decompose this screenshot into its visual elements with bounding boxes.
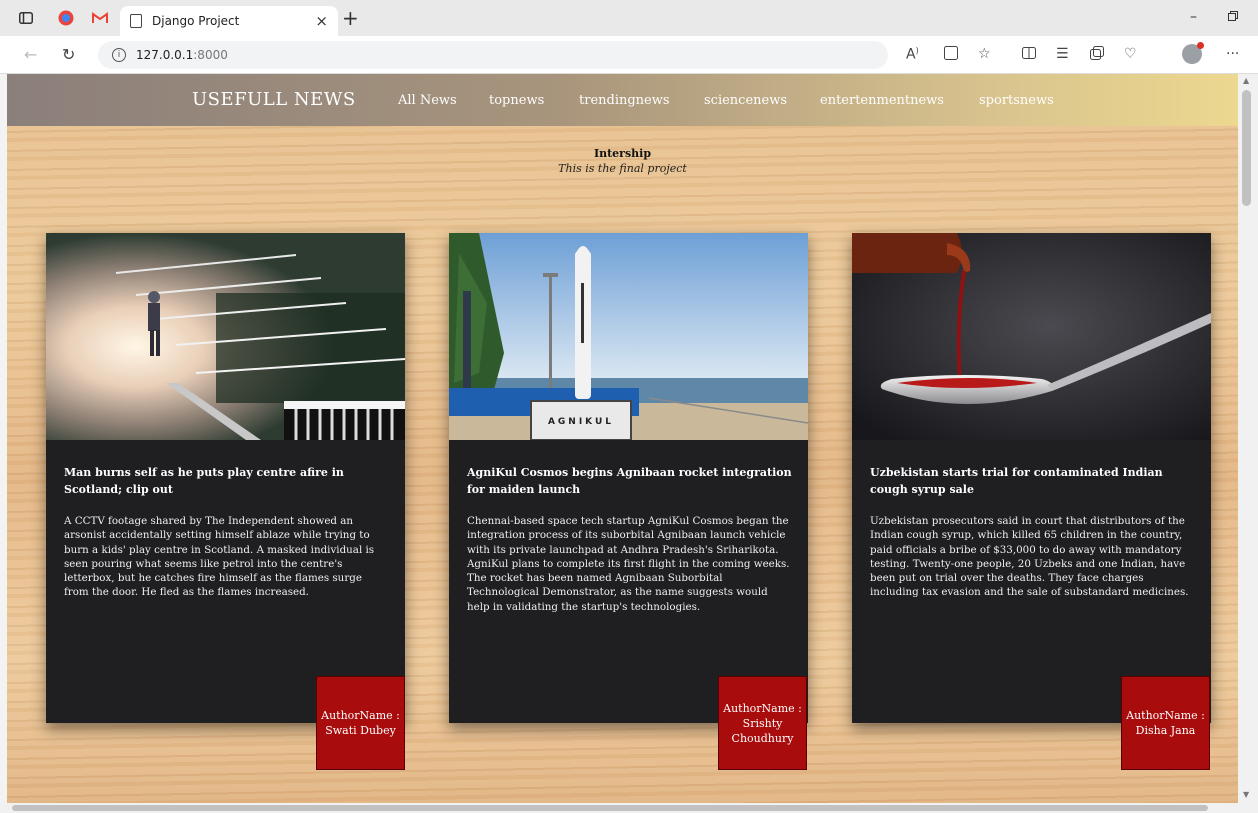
news-title[interactable]: Uzbekistan starts trial for contaminated…	[870, 464, 1195, 498]
back-arrow-icon[interactable]: ←	[24, 45, 37, 64]
tab-actions-icon[interactable]	[16, 8, 36, 28]
restore-window-icon[interactable]	[1228, 9, 1238, 25]
news-body: Chennai-based space tech startup AgniKul…	[467, 515, 790, 613]
author-name: Srishty Choudhury	[731, 716, 794, 745]
url-port: :8000	[193, 48, 228, 62]
author-box: AuthorName : Disha Jana	[1121, 676, 1210, 770]
news-image-fire	[46, 233, 405, 440]
gmail-icon[interactable]	[90, 8, 110, 28]
sign-text: AGNIKUL	[548, 417, 614, 427]
author-label: AuthorName :	[723, 701, 802, 715]
nav-sportsnews[interactable]: sportsnews	[979, 93, 1054, 108]
settings-menu-icon[interactable]: ···	[1226, 46, 1239, 62]
author-name: Disha Jana	[1135, 724, 1196, 737]
collections-icon[interactable]	[1090, 46, 1104, 64]
news-body: A CCTV footage shared by The Independent…	[64, 515, 375, 599]
vertical-scroll-thumb[interactable]	[1242, 90, 1251, 206]
browser-tab-bar: Django Project × + –	[0, 0, 1258, 36]
news-image-syrup	[852, 233, 1211, 440]
favorites-list-icon[interactable]: ☰	[1056, 46, 1069, 62]
workspace-icon[interactable]	[56, 8, 76, 28]
author-label: AuthorName :	[321, 709, 400, 722]
split-screen-icon[interactable]	[1022, 46, 1036, 64]
page-viewport: USEFULL NEWS All News topnews trendingne…	[7, 74, 1238, 803]
immersive-reader-icon[interactable]	[944, 46, 958, 64]
nav-topnews[interactable]: topnews	[489, 93, 544, 108]
intro-title: Intership	[593, 147, 652, 160]
intro-subtitle: This is the final project	[558, 162, 687, 175]
news-title[interactable]: Man burns self as he puts play centre af…	[64, 464, 389, 498]
favorite-star-icon[interactable]: ☆	[978, 46, 991, 62]
site-navbar: USEFULL NEWS All News topnews trendingne…	[7, 74, 1238, 126]
info-icon[interactable]: i	[112, 48, 126, 62]
author-box: AuthorName : Srishty Choudhury	[718, 676, 807, 770]
new-tab-button[interactable]: +	[342, 6, 359, 30]
horizontal-scrollbar[interactable]	[0, 803, 1258, 813]
horizontal-scroll-thumb[interactable]	[12, 805, 1208, 811]
url-host: 127.0.0.1	[136, 48, 194, 62]
url-field[interactable]: i 127.0.0.1:8000	[98, 41, 888, 69]
scroll-down-icon[interactable]: ▼	[1243, 790, 1249, 799]
news-card: Uzbekistan starts trial for contaminated…	[852, 233, 1211, 723]
minimize-button[interactable]: –	[1190, 9, 1197, 25]
news-title[interactable]: AgniKul Cosmos begins Agnibaan rocket in…	[467, 464, 792, 498]
nav-sciencenews[interactable]: sciencenews	[704, 93, 787, 108]
site-brand[interactable]: USEFULL NEWS	[192, 89, 356, 110]
news-body: Uzbekistan prosecutors said in court tha…	[870, 515, 1189, 599]
news-card: AGNIKUL AgniKul Cosmos begins Agnibaan r…	[449, 233, 808, 723]
document-icon	[130, 14, 142, 28]
author-box: AuthorName : Swati Dubey	[316, 676, 405, 770]
author-name: Swati Dubey	[325, 724, 396, 737]
tab-title: Django Project	[152, 14, 240, 28]
refresh-icon[interactable]: ↻	[62, 45, 75, 64]
profile-avatar[interactable]	[1182, 42, 1204, 64]
author-label: AuthorName :	[1126, 709, 1205, 722]
nav-trendingnews[interactable]: trendingnews	[579, 93, 670, 108]
browser-address-bar: ← ↻ i 127.0.0.1:8000 A) ☆ ☰ ♡ ···	[0, 36, 1258, 74]
news-image-rocket: AGNIKUL	[449, 233, 808, 440]
nav-entertenmentnews[interactable]: entertenmentnews	[820, 93, 944, 108]
news-card: Man burns self as he puts play centre af…	[46, 233, 405, 723]
browser-essentials-icon[interactable]: ♡	[1124, 46, 1137, 62]
vertical-scrollbar[interactable]: ▲ ▼	[1238, 74, 1258, 803]
nav-all-news[interactable]: All News	[398, 93, 457, 108]
scroll-up-icon[interactable]: ▲	[1243, 76, 1249, 85]
close-tab-icon[interactable]: ×	[315, 12, 328, 30]
tab-django-project[interactable]: Django Project ×	[120, 6, 338, 36]
read-aloud-icon[interactable]: A)	[906, 46, 919, 63]
